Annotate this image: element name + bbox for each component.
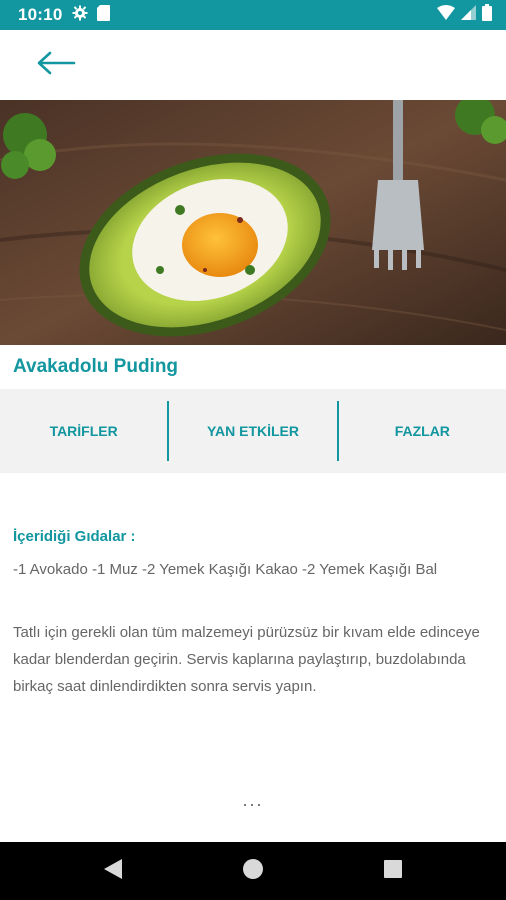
nav-recents-button[interactable] (378, 856, 408, 886)
ingredients-text: -1 Avokado -1 Muz -2 Yemek Kaşığı Kakao … (13, 561, 438, 578)
battery-icon (482, 4, 492, 26)
more-indicator: ... (242, 790, 264, 810)
status-time: 10:10 (18, 5, 63, 24)
gear-icon (72, 5, 88, 26)
back-triangle-icon (102, 857, 124, 886)
tab-bar: TARİFLER YAN ETKİLER FAZLAR (0, 389, 506, 473)
tab-yan-etkiler[interactable]: YAN ETKİLER (169, 389, 336, 473)
arrow-left-icon (36, 51, 76, 80)
app-bar (0, 30, 506, 100)
recipe-title: Avakadolu Puding (13, 356, 179, 377)
home-circle-icon (242, 858, 264, 885)
wifi-icon (437, 5, 455, 25)
nav-back-button[interactable] (98, 856, 128, 886)
recents-square-icon (383, 859, 403, 884)
sd-card-icon (97, 4, 111, 26)
tab-tarifler[interactable]: TARİFLER (0, 389, 167, 473)
ingredients-heading: İçeridiği Gıdalar : (13, 528, 136, 545)
tab-fazlar[interactable]: FAZLAR (339, 389, 506, 473)
back-button[interactable] (30, 46, 82, 84)
navigation-bar (0, 842, 506, 900)
instructions-text: Tatlı için gerekli olan tüm malzemeyi pü… (13, 624, 480, 695)
recipe-image (0, 100, 506, 345)
cell-signal-icon (461, 5, 476, 25)
nav-home-button[interactable] (238, 856, 268, 886)
status-bar: 10:10 (0, 0, 506, 30)
